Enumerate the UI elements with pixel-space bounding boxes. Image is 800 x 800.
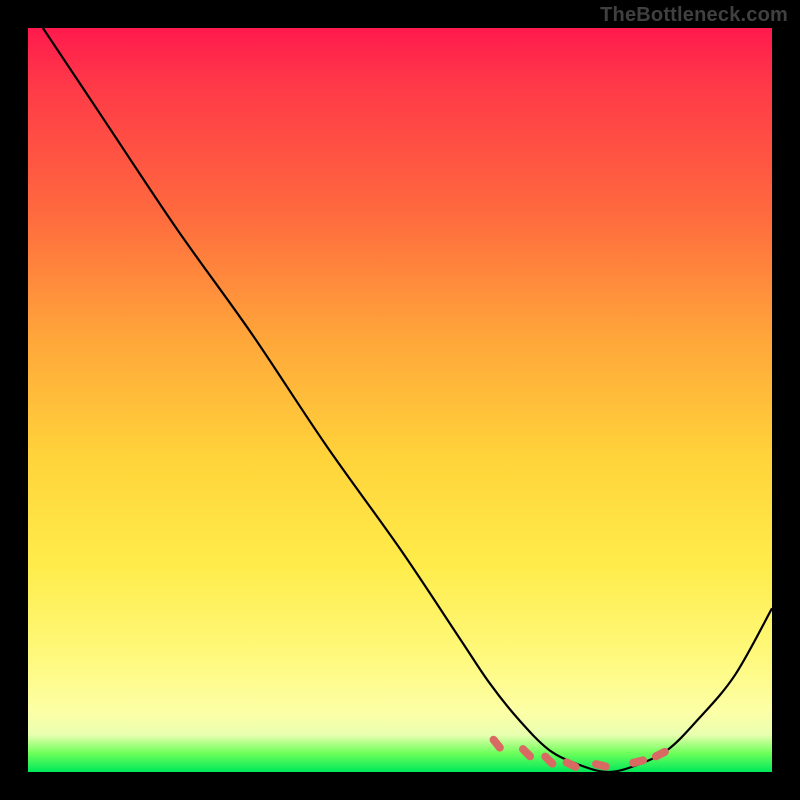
trough-marker bbox=[561, 757, 581, 772]
curve-layer bbox=[28, 28, 772, 772]
bottleneck-curve bbox=[43, 28, 772, 772]
figure-root: TheBottleneck.com bbox=[0, 0, 800, 800]
trough-marker bbox=[651, 746, 671, 761]
trough-marker bbox=[488, 734, 505, 753]
plot-area bbox=[28, 28, 772, 772]
watermark-text: TheBottleneck.com bbox=[600, 4, 788, 27]
trough-marker bbox=[517, 744, 535, 762]
trough-markers bbox=[488, 734, 670, 772]
trough-marker bbox=[628, 756, 647, 768]
